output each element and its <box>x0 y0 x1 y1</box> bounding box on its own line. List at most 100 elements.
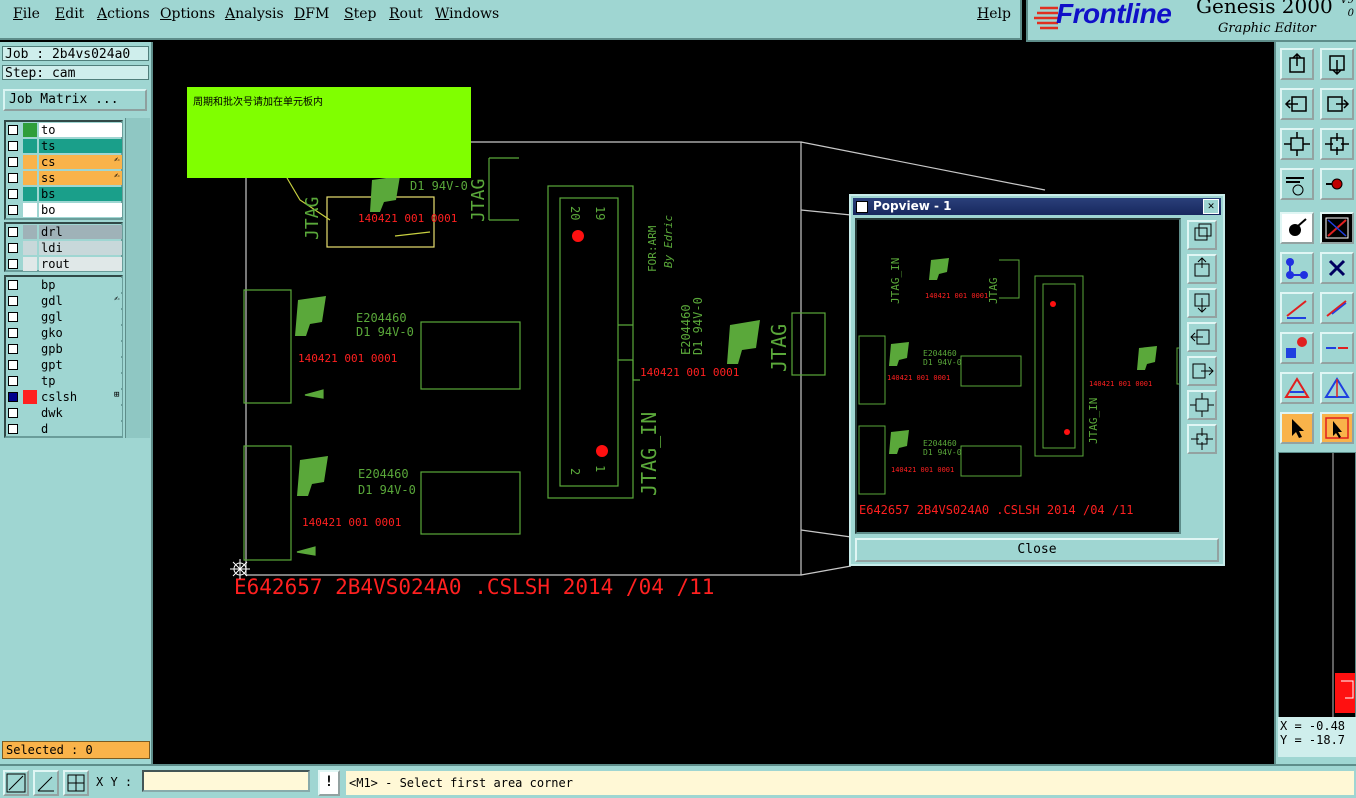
layer-name[interactable]: gko <box>39 326 122 340</box>
layer-name[interactable]: ggl <box>39 310 122 324</box>
pv-zoom-fit-button[interactable] <box>1187 390 1217 420</box>
pv-zoom-center-button[interactable] <box>1187 424 1217 454</box>
menu-help[interactable]: Help <box>977 6 1011 22</box>
menu-windows[interactable]: Windows <box>435 6 499 22</box>
node-edit-button[interactable] <box>1280 252 1314 284</box>
edit-polygon-button[interactable] <box>1320 372 1354 404</box>
layer-color-swatch[interactable] <box>23 390 37 404</box>
layer-row-to[interactable]: to <box>6 122 122 138</box>
zoom-home-button[interactable] <box>1280 48 1314 80</box>
layer-name[interactable]: bo <box>39 203 122 217</box>
layer-color-swatch[interactable] <box>23 225 37 239</box>
pv-pan-up-button[interactable] <box>1187 254 1217 284</box>
layer-row-bp[interactable]: bp <box>6 277 122 293</box>
layer-row-ggl[interactable]: ggl <box>6 309 122 325</box>
layer-row-ts[interactable]: ts <box>6 138 122 154</box>
layer-color-swatch[interactable] <box>23 139 37 153</box>
layer-checkbox[interactable] <box>8 141 18 151</box>
layer-color-swatch[interactable] <box>23 171 37 185</box>
layer-color-swatch[interactable] <box>23 342 37 356</box>
layer-checkbox[interactable] <box>8 392 18 402</box>
menu-edit[interactable]: Edit <box>55 6 84 22</box>
pv-pan-left-button[interactable] <box>1187 322 1217 352</box>
grid-snap-button[interactable] <box>63 770 89 796</box>
pv-pan-down-button[interactable] <box>1187 288 1217 318</box>
layer-color-swatch[interactable] <box>23 294 37 308</box>
exclamation-button[interactable]: ! <box>318 770 340 796</box>
layer-checkbox[interactable] <box>8 243 18 253</box>
layer-color-swatch[interactable] <box>23 278 37 292</box>
layer-checkbox[interactable] <box>8 189 18 199</box>
layer-panel-scrollbar[interactable] <box>125 118 150 438</box>
layer-row-ss[interactable]: ss ✍ <box>6 170 122 186</box>
layer-row-bs[interactable]: bs <box>6 186 122 202</box>
delete-feature-button[interactable] <box>1320 252 1354 284</box>
popview-canvas[interactable]: E204460 D1 94V-0 E204460 D1 94V-0 JTAG_I… <box>855 218 1198 534</box>
measure-button[interactable] <box>1320 168 1354 200</box>
layer-checkbox[interactable] <box>8 173 18 183</box>
layer-checkbox[interactable] <box>8 360 18 370</box>
layer-checkbox[interactable] <box>8 157 18 167</box>
layer-color-swatch[interactable] <box>23 374 37 388</box>
layer-name[interactable]: gpt <box>39 358 122 372</box>
snap-angle-button[interactable] <box>33 770 59 796</box>
layer-checkbox[interactable] <box>8 344 18 354</box>
layer-row-bo[interactable]: bo <box>6 202 122 218</box>
layer-row-gpt[interactable]: gpt <box>6 357 122 373</box>
pointer-select-button[interactable] <box>1280 412 1314 444</box>
layer-row-rout[interactable]: rout <box>6 256 122 272</box>
menu-step[interactable]: Step <box>344 6 376 22</box>
menu-file[interactable]: File <box>13 6 40 22</box>
layer-row-ldi[interactable]: ldi <box>6 240 122 256</box>
layer-name[interactable]: gpb <box>39 342 122 356</box>
layer-row-tp[interactable]: tp <box>6 373 122 389</box>
pan-right-button[interactable] <box>1320 88 1354 120</box>
layer-color-swatch[interactable] <box>23 358 37 372</box>
add-pad-button[interactable] <box>1280 332 1314 364</box>
layer-color-swatch[interactable] <box>23 406 37 420</box>
layer-row-gpb[interactable]: gpb <box>6 341 122 357</box>
add-polygon-button[interactable] <box>1280 372 1314 404</box>
layer-row-cs[interactable]: cs ✍ <box>6 154 122 170</box>
layer-color-swatch[interactable] <box>23 422 37 436</box>
settings-tools-button[interactable] <box>1280 168 1314 200</box>
layer-checkbox[interactable] <box>8 408 18 418</box>
menu-rout[interactable]: Rout <box>389 6 423 22</box>
layer-checkbox[interactable] <box>8 328 18 338</box>
pv-pan-right-button[interactable] <box>1187 356 1217 386</box>
layer-checkbox[interactable] <box>8 424 18 434</box>
layer-color-swatch[interactable] <box>23 203 37 217</box>
layer-checkbox[interactable] <box>8 227 18 237</box>
snap-line-button[interactable] <box>3 770 29 796</box>
layer-name[interactable]: d <box>39 422 122 436</box>
layer-checkbox[interactable] <box>8 296 18 306</box>
pointer-window-button[interactable] <box>1320 412 1354 444</box>
layer-name[interactable]: gdl <box>39 294 122 308</box>
layer-color-swatch[interactable] <box>23 310 37 324</box>
layer-row-cslsh[interactable]: cslsh ⊞ <box>6 389 122 405</box>
zoom-center-button[interactable] <box>1320 128 1354 160</box>
layer-color-swatch[interactable] <box>23 257 37 271</box>
line-draw-button[interactable] <box>1320 212 1354 244</box>
pan-left-button[interactable] <box>1280 88 1314 120</box>
popview-close-button[interactable]: Close <box>855 538 1219 562</box>
menu-options[interactable]: Options <box>160 6 215 22</box>
feature-select-button[interactable] <box>1280 212 1314 244</box>
layer-name[interactable]: ss <box>39 171 122 185</box>
layer-row-d[interactable]: d <box>6 421 122 437</box>
layer-name[interactable]: ldi <box>39 241 122 255</box>
layer-color-swatch[interactable] <box>23 326 37 340</box>
add-line-button[interactable] <box>1280 292 1314 324</box>
pan-down-button[interactable] <box>1320 48 1354 80</box>
layer-color-swatch[interactable] <box>23 187 37 201</box>
layer-name[interactable]: cs <box>39 155 122 169</box>
zoom-fit-button[interactable] <box>1280 128 1314 160</box>
layer-color-swatch[interactable] <box>23 241 37 255</box>
xy-input[interactable] <box>142 770 310 792</box>
split-line-button[interactable] <box>1320 332 1354 364</box>
layer-checkbox[interactable] <box>8 259 18 269</box>
layer-name[interactable]: bp <box>39 278 122 292</box>
layer-checkbox[interactable] <box>8 312 18 322</box>
popview-close-icon[interactable]: ✕ <box>1203 199 1219 214</box>
layer-row-dwk[interactable]: dwk <box>6 405 122 421</box>
